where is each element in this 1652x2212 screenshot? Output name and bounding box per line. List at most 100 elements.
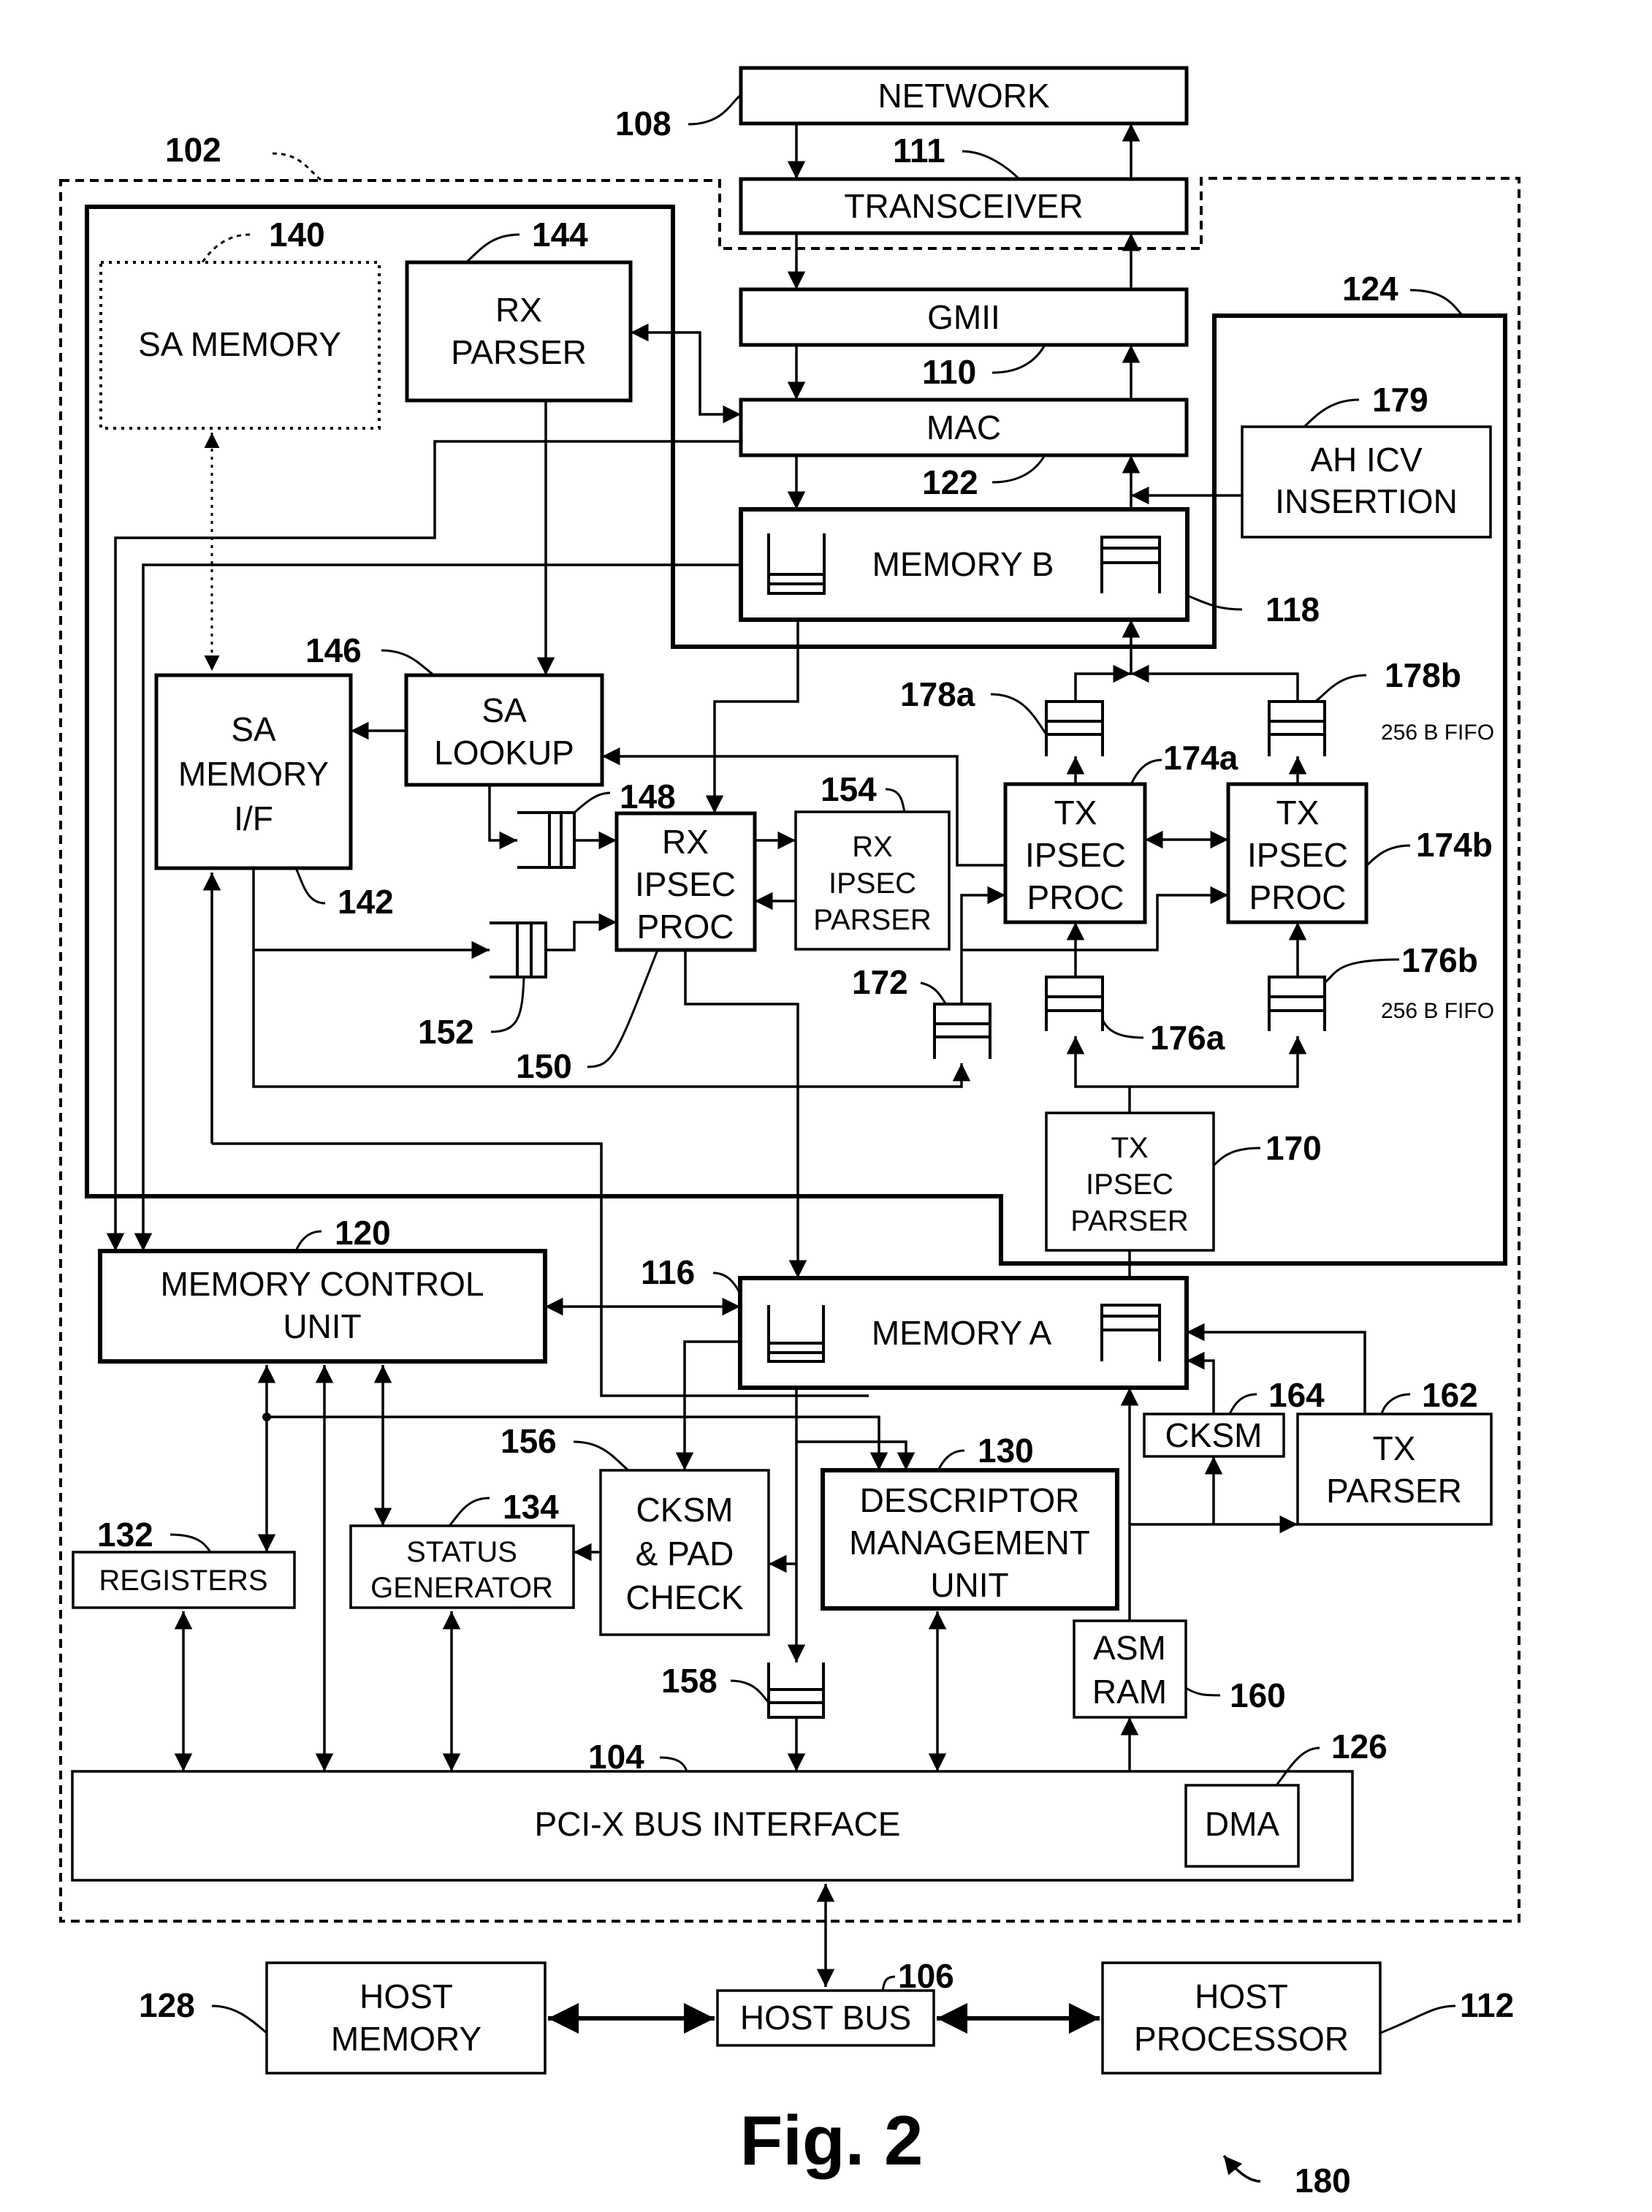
fifo-158-icon — [767, 1662, 825, 1719]
cksm-pad-check-block: CKSM & PAD CHECK — [599, 1469, 770, 1636]
tx-ipsec-parser-line3: PARSER — [1070, 1205, 1189, 1237]
status-gen-line2: GENERATOR — [370, 1572, 553, 1604]
tx-parser-line1: TX — [1373, 1429, 1416, 1467]
ref-102: 102 — [165, 131, 221, 169]
sa-memory-block: SA MEMORY — [99, 261, 381, 430]
ref-124: 124 — [1342, 270, 1398, 308]
host-bus-block: HOST BUS — [716, 1989, 935, 2047]
ref-174b: 174b — [1416, 826, 1493, 864]
fifo-148-icon — [517, 811, 576, 869]
ref-160: 160 — [1230, 1676, 1286, 1714]
ref-148: 148 — [620, 778, 676, 816]
mac-block: MAC — [739, 398, 1189, 457]
ah-icv-line2: INSERTION — [1275, 482, 1458, 520]
asm-ram-line1: ASM — [1093, 1629, 1166, 1667]
ref-128: 128 — [139, 1986, 195, 2024]
ref-178a: 178a — [900, 675, 975, 713]
cksm-pad-line3: CHECK — [625, 1578, 743, 1616]
ref-172: 172 — [852, 963, 908, 1001]
fifo-178b-icon — [1268, 700, 1326, 756]
ref-112: 112 — [1460, 1986, 1514, 2024]
ref-108: 108 — [615, 104, 671, 142]
host-memory-block: HOST MEMORY — [265, 1961, 547, 2075]
ref-132: 132 — [97, 1516, 153, 1554]
ref-110: 110 — [922, 353, 976, 391]
ref-146: 146 — [305, 631, 362, 669]
rx-ipsec-proc-block: RX IPSEC PROC — [614, 811, 757, 952]
ah-icv-insertion-block: AH ICV INSERTION — [1241, 425, 1492, 539]
rx-parser-line1: RX — [495, 291, 542, 329]
rx-ipsec-parser-line1: RX — [852, 831, 893, 863]
ref-176b: 176b — [1401, 941, 1478, 979]
transceiver-label: TRANSCEIVER — [844, 187, 1083, 225]
fifo-176b-note: 256 B FIFO — [1381, 999, 1494, 1023]
registers-label: REGISTERS — [99, 1565, 267, 1597]
tx-ipsec-proc-b-line1: TX — [1276, 794, 1320, 832]
ref-162: 162 — [1422, 1376, 1478, 1414]
cksm-label: CKSM — [1165, 1416, 1263, 1454]
tx-parser-block: TX PARSER — [1296, 1413, 1493, 1526]
status-generator-block: STATUS GENERATOR — [349, 1524, 575, 1609]
ref-180: 180 — [1295, 2162, 1351, 2200]
ref-140: 140 — [269, 216, 325, 254]
descriptor-management-unit-block: DESCRIPTOR MANAGEMENT UNIT — [821, 1468, 1119, 1611]
asm-ram-block: ASM RAM — [1073, 1619, 1187, 1719]
tx-ipsec-parser-block: TX IPSEC PARSER — [1045, 1111, 1215, 1252]
fifo-152-icon — [490, 921, 547, 978]
sa-lookup-block: SA LOOKUP — [404, 673, 604, 787]
ref-152: 152 — [418, 1013, 474, 1051]
ref-142: 142 — [338, 883, 394, 921]
ref-170: 170 — [1265, 1129, 1322, 1167]
dma-block: DMA — [1184, 1784, 1300, 1868]
ref-126: 126 — [1331, 1728, 1388, 1766]
memory-a-label: MEMORY A — [872, 1314, 1052, 1352]
ref-179: 179 — [1372, 381, 1428, 419]
tx-ipsec-proc-a-line1: TX — [1054, 794, 1097, 832]
dmu-line3: UNIT — [930, 1566, 1008, 1604]
transceiver-block: TRANSCEIVER — [739, 177, 1189, 235]
registers-block: REGISTERS — [72, 1551, 296, 1609]
memory-b-block: MEMORY B — [739, 507, 1189, 622]
rx-ipsec-proc-line3: PROC — [637, 908, 734, 946]
dmu-line2: MANAGEMENT — [849, 1524, 1090, 1562]
sa-memory-if-line1: SA — [231, 710, 276, 748]
sa-memory-label: SA MEMORY — [138, 325, 341, 363]
ref-134: 134 — [503, 1488, 559, 1526]
fifo-176a-icon — [1045, 976, 1104, 1031]
memory-b-label: MEMORY B — [872, 545, 1054, 583]
ref-176a: 176a — [1150, 1019, 1225, 1057]
pcix-label: PCI-X BUS INTERFACE — [535, 1805, 901, 1843]
ref-154: 154 — [821, 770, 877, 808]
rx-parser-line2: PARSER — [451, 333, 587, 371]
fifo-178a-icon — [1045, 700, 1104, 756]
memory-a-block: MEMORY A — [738, 1276, 1189, 1390]
tx-ipsec-proc-b-line3: PROC — [1249, 878, 1347, 916]
sa-lookup-line2: LOOKUP — [434, 734, 574, 772]
rx-ipsec-proc-line2: IPSEC — [635, 865, 736, 903]
ref-118: 118 — [1265, 590, 1320, 628]
mac-label: MAC — [926, 408, 1001, 446]
tx-parser-line2: PARSER — [1326, 1472, 1462, 1510]
ref-178b: 178b — [1385, 656, 1461, 694]
rx-parser-mac-link — [631, 323, 741, 424]
mcu-line2: UNIT — [283, 1307, 361, 1345]
host-bus-label: HOST BUS — [740, 1999, 911, 2037]
ref-116: 116 — [641, 1253, 695, 1291]
tx-ipsec-proc-a-block: TX IPSEC PROC — [1003, 782, 1147, 924]
ref-156: 156 — [500, 1422, 557, 1460]
rx-parser-block: RX PARSER — [405, 260, 633, 403]
ref-106: 106 — [898, 1957, 954, 1995]
tx-ipsec-parser-line1: TX — [1111, 1132, 1148, 1164]
ref-158: 158 — [661, 1662, 717, 1700]
ref-104: 104 — [588, 1738, 644, 1776]
sa-memory-if-line3: I/F — [234, 799, 273, 837]
figure-caption: Fig. 2 — [740, 2102, 924, 2180]
rx-ipsec-proc-line1: RX — [662, 823, 709, 861]
ref-144: 144 — [532, 216, 588, 254]
host-processor-block: HOST PROCESSOR — [1101, 1961, 1382, 2075]
ref-174a: 174a — [1163, 739, 1238, 777]
figure-ref-180: 180 — [1222, 2154, 1351, 2200]
host-memory-line1: HOST — [359, 1977, 453, 2015]
ref-122: 122 — [922, 463, 978, 501]
ref-120: 120 — [335, 1214, 391, 1252]
